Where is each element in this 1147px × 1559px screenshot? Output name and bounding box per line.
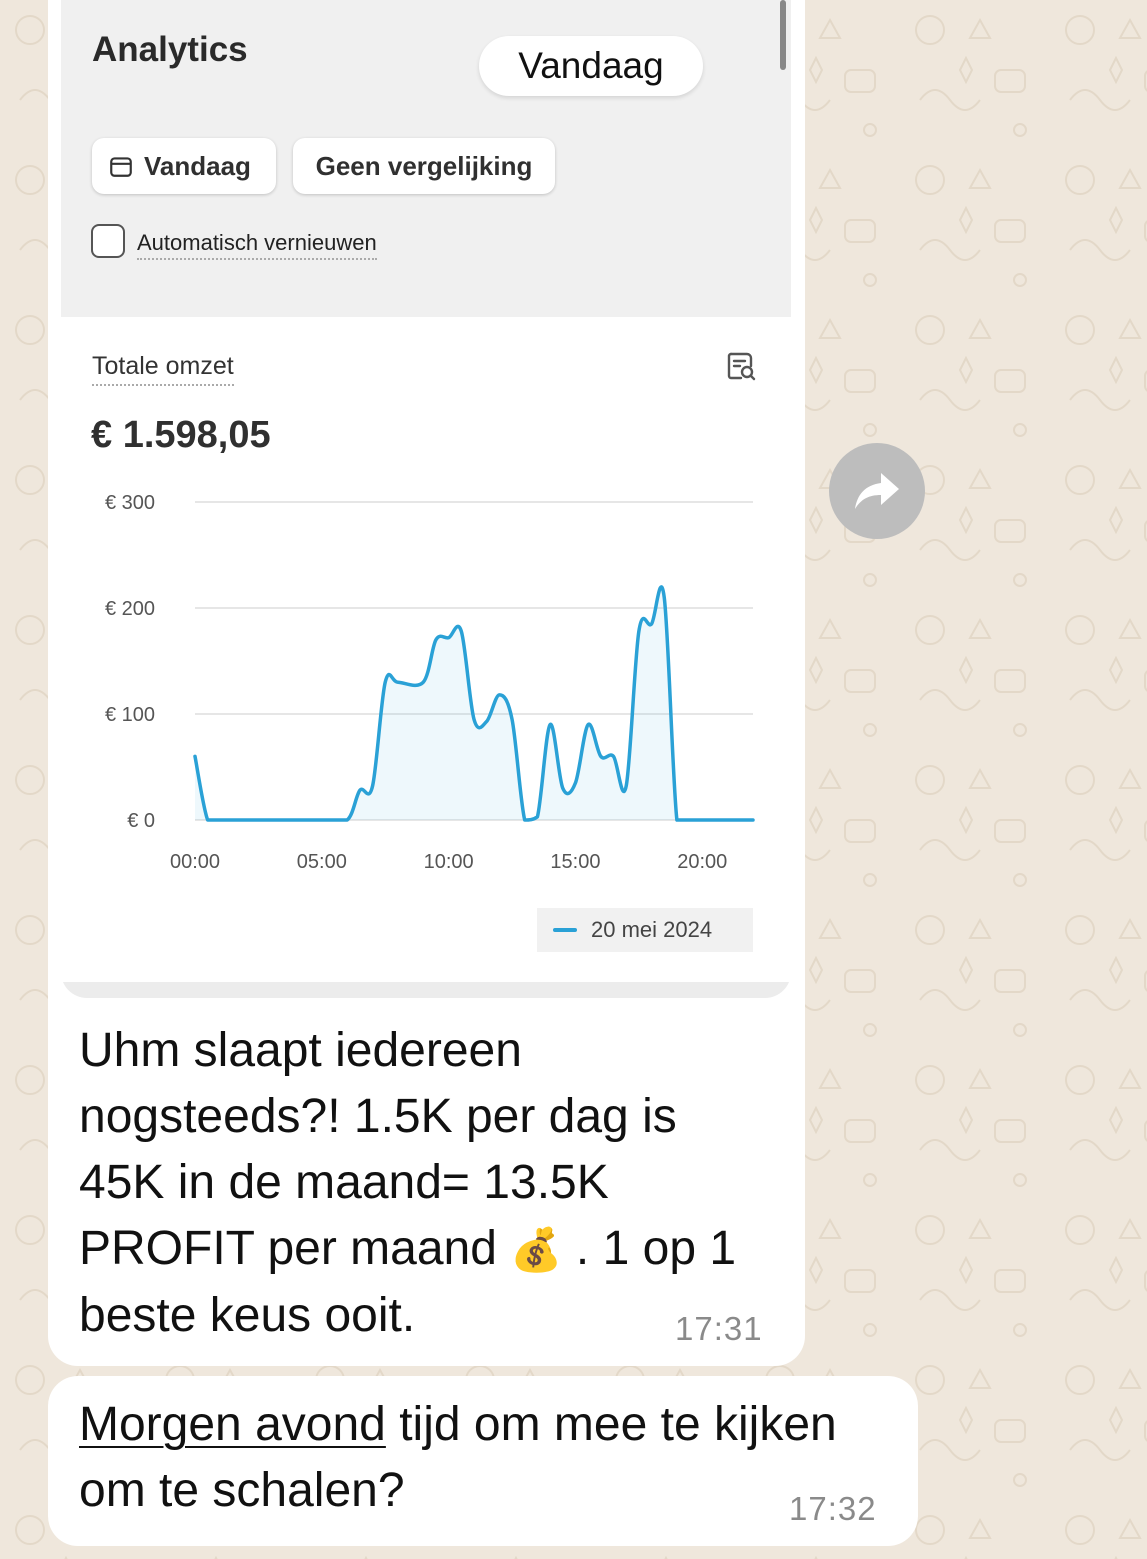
y-tick-label: € 200 [105, 598, 155, 620]
x-tick-label: 00:00 [170, 851, 220, 873]
metric-label: Totale omzet [92, 352, 234, 386]
analytics-screenshot[interactable]: Analytics Vandaag Vandaag Geen vergelijk… [61, 0, 791, 998]
x-tick-label: 10:00 [424, 851, 474, 873]
comparison-label: Geen vergelijking [315, 150, 533, 181]
forward-icon [855, 473, 899, 509]
forward-button[interactable] [829, 443, 925, 539]
page-title: Analytics [92, 30, 248, 69]
period-pill[interactable]: Vandaag [479, 36, 703, 96]
x-tick-label: 20:00 [677, 851, 727, 873]
message-text-2: Morgen avond tijd om mee te kijken om te… [79, 1392, 899, 1524]
date-link[interactable]: Morgen avond [79, 1398, 386, 1451]
chart-legend[interactable]: 20 mei 2024 [537, 908, 753, 952]
analytics-header: Analytics Vandaag Vandaag Geen vergelijk… [61, 0, 791, 317]
screenshot-bottom-edge [61, 982, 791, 998]
message-text-1: Uhm slaapt iedereen nogsteeds?! 1.5K per… [79, 1018, 759, 1349]
metric-value: € 1.598,05 [91, 414, 271, 456]
date-range-label: Vandaag [144, 150, 251, 181]
date-range-button[interactable]: Vandaag [92, 138, 276, 194]
y-tick-label: € 100 [105, 704, 155, 726]
scrollbar[interactable] [780, 0, 786, 70]
legend-label: 20 mei 2024 [591, 917, 713, 942]
auto-refresh-label: Automatisch vernieuwen [137, 230, 377, 260]
y-tick-label: € 0 [127, 810, 155, 832]
message-time-1: 17:31 [675, 1310, 763, 1347]
x-tick-label: 05:00 [297, 851, 347, 873]
y-tick-label: € 300 [105, 492, 155, 514]
x-tick-label: 15:00 [550, 851, 600, 873]
revenue-chart: € 300 € 200 € 100 € 0 00:00 05:00 10:00 15:00 20… [105, 492, 755, 873]
message-time-2: 17:32 [789, 1490, 877, 1527]
report-icon[interactable] [725, 350, 757, 382]
comparison-button[interactable]: Geen vergelijking [293, 138, 555, 194]
calendar-icon [110, 157, 132, 177]
money-bag-emoji: 💰 [510, 1225, 563, 1274]
legend-swatch [553, 928, 577, 932]
auto-refresh-checkbox[interactable] [91, 224, 125, 258]
